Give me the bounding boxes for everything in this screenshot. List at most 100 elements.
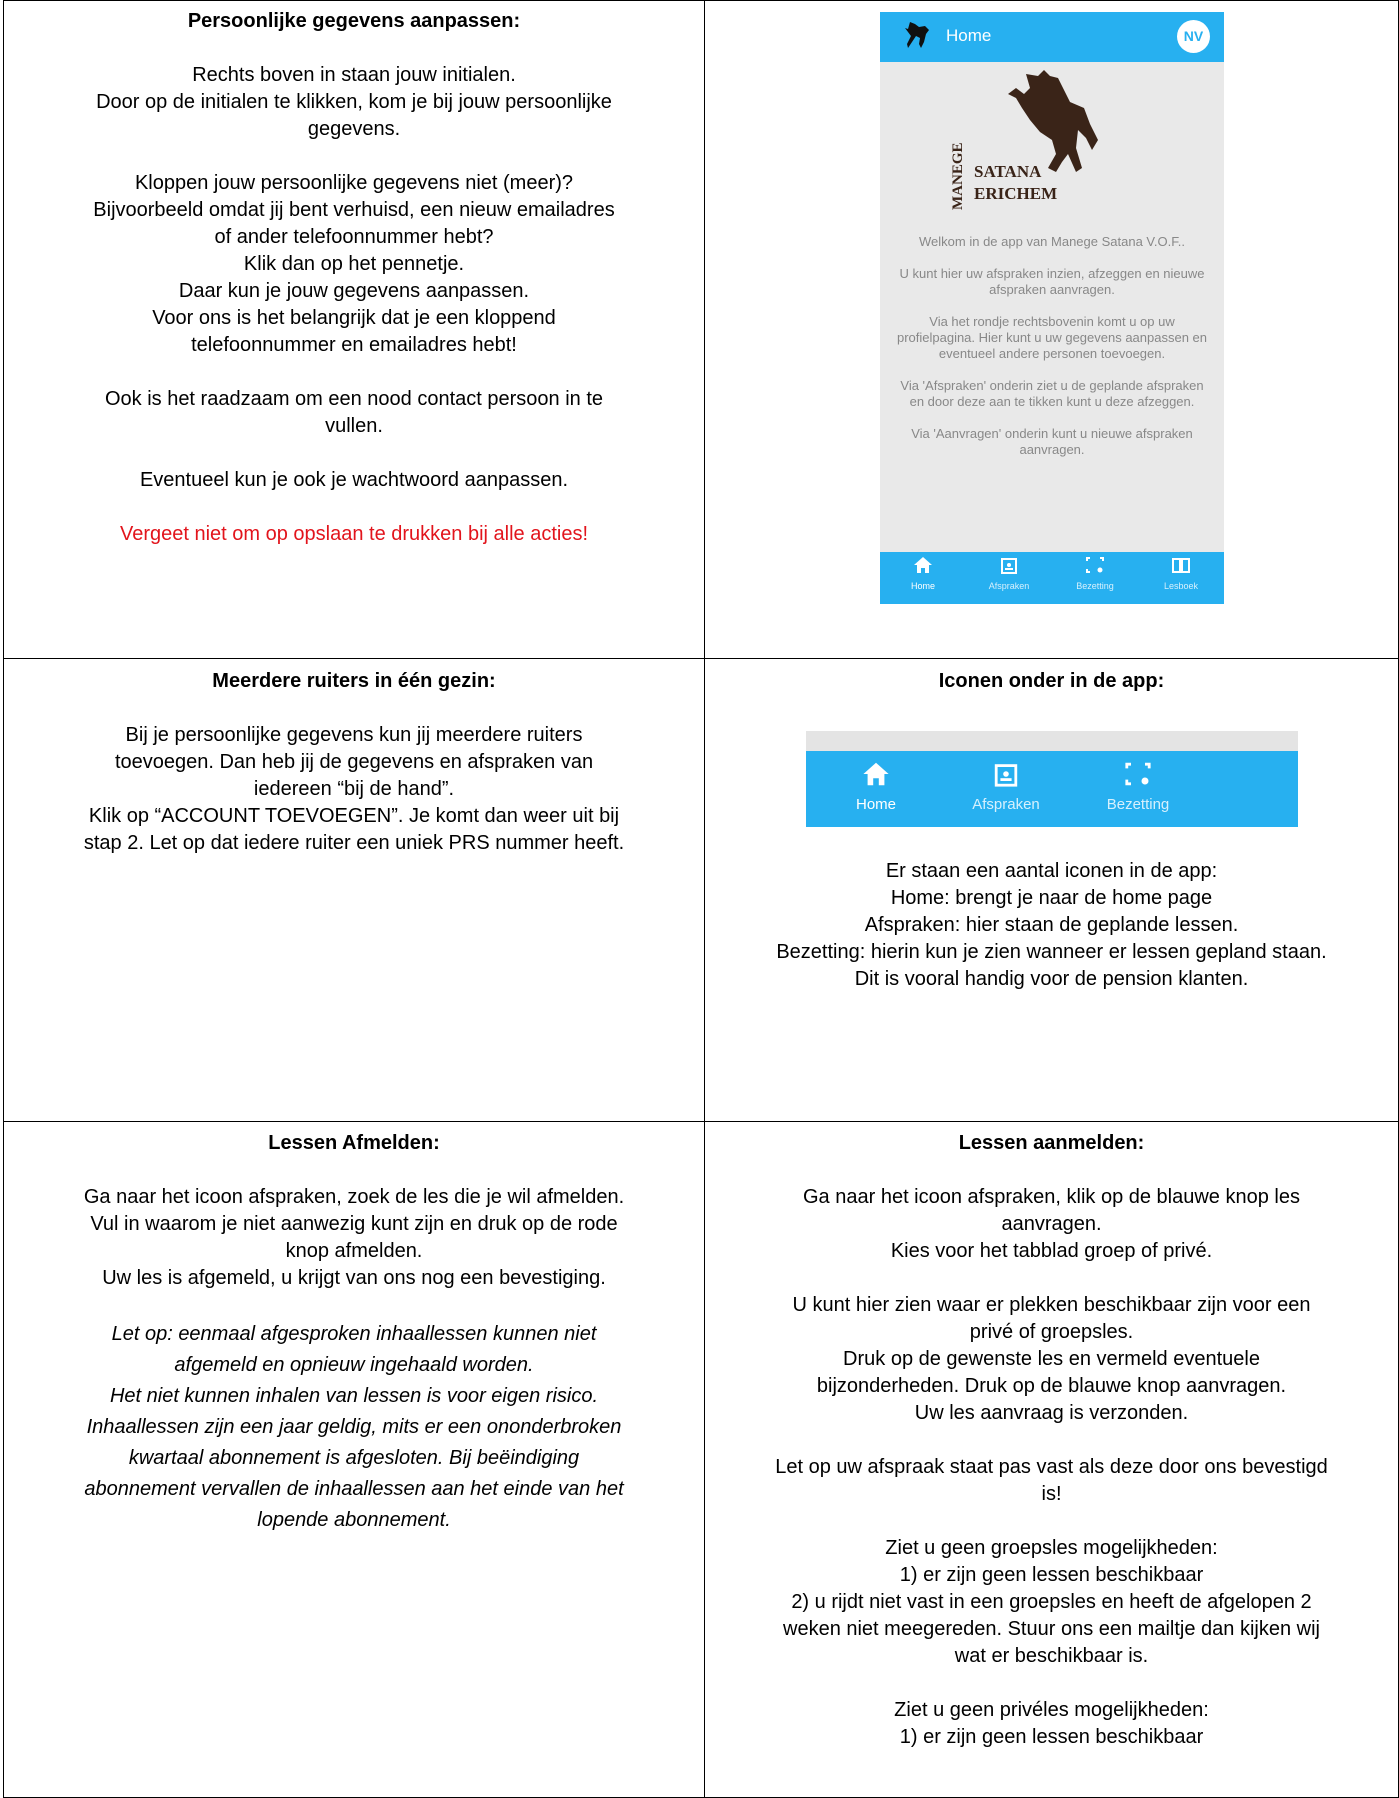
text-line: Afspraken: hier staan de geplande lessen… [864,914,1239,936]
welcome-paragraph: Via 'Aanvragen' onderin kunt u nieuwe af… [911,426,1193,457]
section-note: Let op: eenmaal afgesproken inhaallessen… [4,1319,704,1536]
location-frame-icon [1125,762,1151,786]
text-line: Rechts boven in staan jouw initialen. [192,64,516,86]
text-line: Ook is het raadzaam om een nood contact … [104,388,604,410]
text-line [4,359,704,386]
nav-lesboek[interactable]: Lesboek [1138,556,1224,591]
cell-cancel-lessons: Lessen Afmelden: Ga naar het icoon afspr… [4,1130,704,1536]
text-line: Eventueel kun je ook je wachtwoord aanpa… [139,469,569,491]
text-line [705,1427,1398,1454]
text-line [705,1265,1398,1292]
text-line [4,440,704,467]
text-line: Ziet u geen groepsles mogelijkheden: [885,1537,1218,1559]
row-divider-2 [3,1121,1399,1122]
app-screenshot: Home NV MANEGE SATANA ERICHEM Welkom in … [880,12,1224,604]
text-line: Ga naar het icoon afspraken, klik op de … [803,1186,1300,1208]
section-body: Ga naar het icoon afspraken, zoek de les… [4,1184,704,1292]
note-line: Let op: eenmaal afgesproken inhaallessen… [111,1323,597,1345]
home-icon [914,557,932,573]
nav-afspraken[interactable]: Afspraken [966,556,1052,591]
text-line: vullen. [325,415,383,437]
text-line: bijzonderheden. Druk op de blauwe knop a… [816,1375,1287,1397]
nav-label: Afspraken [988,581,1030,591]
calendar-person-icon [1001,558,1017,574]
nav-label: Afspraken [972,796,1040,813]
avatar[interactable]: NV [1177,20,1210,53]
text-line: 1) er zijn geen lessen beschikbaar [899,1564,1204,1586]
text-line: Klik dan op het pennetje. [243,253,465,275]
table-border-top [3,0,1399,1]
text-line: toevoegen. Dan heb jij de gegevens en af… [114,751,594,773]
nav-bar-crop: Home Afspraken Bezetting [806,731,1298,827]
welcome-paragraph: Via het rondje rechtsbovenin komt u op u… [896,314,1208,361]
text-line: stap 2. Let op dat iedere ruiter een uni… [83,832,625,854]
text-line: Uw les aanvraag is verzonden. [914,1402,1189,1424]
welcome-paragraph: U kunt hier uw afspraken inzien, afzegge… [899,266,1205,297]
text-line: Bezetting: hierin kun je zien wanneer er… [776,941,1327,963]
text-line: Kloppen jouw persoonlijke gegevens niet … [134,172,574,194]
text-line: weken niet meegereden. Stuur ons een mai… [783,1618,1320,1640]
text-line: Er staan een aantal iconen in de app: [885,860,1218,882]
text-line: Druk op de gewenste les en vermeld event… [843,1348,1260,1370]
nav-home: Home [806,761,946,813]
text-line: U kunt hier zien waar er plekken beschik… [792,1294,1311,1316]
text-line: is! [1041,1483,1062,1505]
note-line: abonnement vervallen de inhaallessen aan… [84,1478,624,1500]
section-title: Lessen Afmelden: [268,1132,440,1154]
row-divider-1 [3,658,1399,659]
welcome-paragraph: Welkom in de app van Manege Satana V.O.F… [919,234,1185,249]
text-line: 2) u rijdt niet vast in een groepsles en… [791,1591,1312,1613]
logo-name: SATANA [974,162,1042,181]
text-line: Vul in waarom je niet aanwezig kunt zijn… [90,1213,618,1235]
text-line: Ziet u geen privéles mogelijkheden: [894,1699,1209,1721]
note-line: lopende abonnement. [257,1509,451,1531]
section-body: Bij je persoonlijke gegevens kun jij mee… [4,722,704,857]
text-line [705,1508,1398,1535]
nav-bezetting[interactable]: Bezetting [1052,556,1138,591]
welcome-paragraph: Via 'Afspraken' onderin ziet u de geplan… [900,378,1204,409]
text-line: Ga naar het icoon afspraken, zoek de les… [83,1186,625,1208]
calendar-person-icon [994,764,1018,787]
logo-vertical-text: MANEGE [950,142,966,211]
text-line [4,494,704,521]
text-line: Home: brengt je naar de home page [890,887,1213,909]
nav-label: Home [855,796,896,813]
text-line [4,143,704,170]
nav-bar: Home Afspraken Bezetting [806,751,1298,827]
section-title: Lessen aanmelden: [958,1132,1145,1154]
text-line: privé of groepsles. [969,1321,1134,1343]
note-line: Het niet kunnen inhalen van lessen is vo… [109,1385,599,1407]
book-icon [1172,558,1190,573]
text-line: Klik op “ACCOUNT TOEVOEGEN”. Je komt dan… [88,805,620,827]
section-body: Ga naar het icoon afspraken, klik op de … [705,1184,1398,1751]
nav-label: Bezetting [1106,796,1170,813]
cell-icons: Iconen onder in de app: [705,668,1398,695]
text-line: iedereen “bij de hand”. [253,778,455,800]
text-line: Dit is vooral handig voor de pension kla… [854,968,1249,990]
note-line: kwartaal abonnement is afgesloten. Bij b… [128,1447,580,1469]
location-frame-icon [1086,557,1104,573]
text-line: Door op de initialen te klikken, kom je … [96,91,612,113]
section-body: Rechts boven in staan jouw initialen. Doo… [4,62,704,521]
horse-logo-icon [905,22,929,48]
text-line: gegevens. [307,118,401,140]
section-title: Persoonlijke gegevens aanpassen: [187,10,521,32]
text-line: of ander telefoonnummer hebt? [214,226,494,248]
nav-afspraken: Afspraken [936,761,1076,813]
text-line [705,1670,1398,1697]
warning-text: Vergeet niet om op opslaan te drukken bi… [119,523,589,545]
text-line: Voor ons is het belangrijk dat je een kl… [152,307,556,329]
nav-home[interactable]: Home [880,556,966,591]
text-line: Bijvoorbeeld omdat jij bent verhuisd, ee… [93,199,615,221]
text-line: aanvragen. [1001,1213,1102,1235]
text-line: Kies voor het tabblad groep of privé. [890,1240,1213,1262]
welcome-text: Welkom in de app van Manege Satana V.O.F… [894,234,1210,474]
app-title: Home [946,26,992,45]
section-body: Er staan een aantal iconen in de app: Hom… [705,858,1398,993]
text-line: Daar kun je jouw gegevens aanpassen. [178,280,530,302]
nav-label: Bezetting [1076,581,1114,591]
text-line: Let op uw afspraak staat pas vast als de… [775,1456,1328,1478]
nav-bezetting: Bezetting [1068,761,1208,813]
text-line: knop afmelden. [285,1240,423,1262]
logo-place: ERICHEM [974,184,1058,203]
